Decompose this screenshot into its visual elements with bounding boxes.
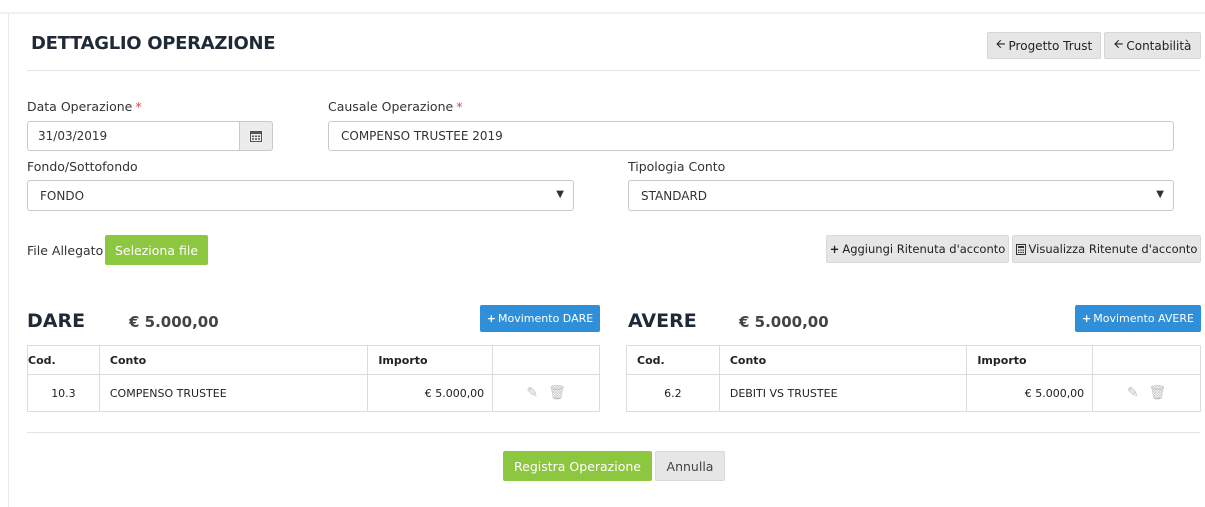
tipologia-conto-label: Tipologia Conto (628, 159, 726, 174)
table-header-row: Cod. Conto Importo (27, 345, 600, 375)
required-mark: * (135, 99, 142, 114)
calendar-button[interactable] (240, 121, 273, 151)
seleziona-file-button[interactable]: Seleziona file (105, 235, 208, 265)
column-header-actions (1092, 345, 1201, 375)
movimento-dare-button[interactable]: + Movimento DARE (480, 305, 600, 332)
header-divider (27, 70, 1200, 71)
calendar-icon (250, 131, 262, 142)
annulla-button[interactable]: Annulla (655, 451, 725, 481)
avere-title: AVERE (628, 310, 697, 332)
table-row: 10.3 COMPENSO TRUSTEE € 5.000,00 ✎ 🗑 (27, 374, 600, 412)
trash-icon[interactable]: 🗑 (1149, 385, 1167, 401)
footer-divider (27, 432, 1200, 433)
arrow-left-icon: 🡨 (995, 37, 1006, 51)
cell-cod: 10.3 (27, 374, 100, 412)
visualizza-ritenute-label: Visualizza Ritenute d'acconto (1028, 242, 1198, 256)
page-title: DETTAGLIO OPERAZIONE (31, 33, 276, 54)
cell-cod: 6.2 (626, 374, 720, 412)
calculator-icon (1015, 243, 1026, 255)
column-header-actions (492, 345, 600, 375)
progetto-trust-label: Progetto Trust (1008, 38, 1093, 53)
plus-icon: + (1082, 312, 1092, 325)
required-mark: * (456, 99, 463, 114)
aggiungi-ritenuta-label: Aggiungi Ritenuta d'acconto (842, 242, 1006, 256)
avere-table: Cod. Conto Importo 6.2 DEBITI VS TRUSTEE… (626, 345, 1201, 412)
visualizza-ritenute-button[interactable]: Visualizza Ritenute d'acconto (1012, 235, 1201, 263)
row-actions: ✎ 🗑 (492, 374, 600, 412)
causale-operazione-label: Causale Operazione * (328, 99, 463, 114)
movimento-avere-button[interactable]: + Movimento AVERE (1075, 305, 1201, 332)
avere-total: € 5.000,00 (739, 313, 829, 331)
column-header-cod: Cod. (626, 345, 720, 375)
aggiungi-ritenuta-button[interactable]: + Aggiungi Ritenuta d'acconto (826, 235, 1009, 263)
fondo-select[interactable]: FONDO ▼ (27, 180, 574, 211)
column-header-cod: Cod. (27, 345, 100, 375)
dare-title: DARE (27, 310, 86, 332)
column-header-importo: Importo (367, 345, 494, 375)
plus-icon: + (829, 242, 840, 256)
column-header-importo: Importo (966, 345, 1094, 375)
row-actions: ✎ 🗑 (1092, 374, 1201, 412)
data-operazione-input[interactable]: 31/03/2019 (27, 121, 240, 151)
cell-importo: € 5.000,00 (966, 374, 1094, 412)
causale-operazione-input[interactable]: COMPENSO TRUSTEE 2019 (328, 121, 1174, 151)
dare-table: Cod. Conto Importo 10.3 COMPENSO TRUSTEE… (27, 345, 600, 412)
contabilita-label: Contabilità (1126, 38, 1192, 53)
pencil-icon[interactable]: ✎ (1127, 385, 1139, 401)
top-border (0, 12, 1205, 14)
cell-conto: DEBITI VS TRUSTEE (718, 374, 968, 412)
registra-operazione-button[interactable]: Registra Operazione (503, 451, 652, 481)
progetto-trust-button[interactable]: 🡨 Progetto Trust (987, 32, 1101, 59)
column-header-conto: Conto (98, 345, 369, 375)
arrow-left-icon: 🡨 (1113, 37, 1124, 51)
cell-conto: COMPENSO TRUSTEE (98, 374, 369, 412)
tipologia-conto-select[interactable]: STANDARD ▼ (628, 180, 1174, 211)
data-operazione-label: Data Operazione * (27, 99, 142, 114)
caret-down-icon: ▼ (1156, 189, 1164, 200)
caret-down-icon: ▼ (556, 189, 564, 200)
contabilita-button[interactable]: 🡨 Contabilità (1104, 32, 1201, 59)
table-row: 6.2 DEBITI VS TRUSTEE € 5.000,00 ✎ 🗑 (626, 374, 1201, 412)
cell-importo: € 5.000,00 (367, 374, 494, 412)
movimento-dare-label: Movimento DARE (498, 312, 594, 325)
trash-icon[interactable]: 🗑 (548, 385, 566, 401)
file-allegato-label: File Allegato (27, 243, 104, 258)
plus-icon: + (486, 312, 497, 325)
table-header-row: Cod. Conto Importo (626, 345, 1201, 375)
pencil-icon[interactable]: ✎ (526, 385, 538, 401)
column-header-conto: Conto (718, 345, 968, 375)
movimento-avere-label: Movimento AVERE (1093, 312, 1194, 325)
dare-total: € 5.000,00 (129, 313, 219, 331)
left-border (8, 14, 9, 507)
fondo-label: Fondo/Sottofondo (27, 159, 138, 174)
